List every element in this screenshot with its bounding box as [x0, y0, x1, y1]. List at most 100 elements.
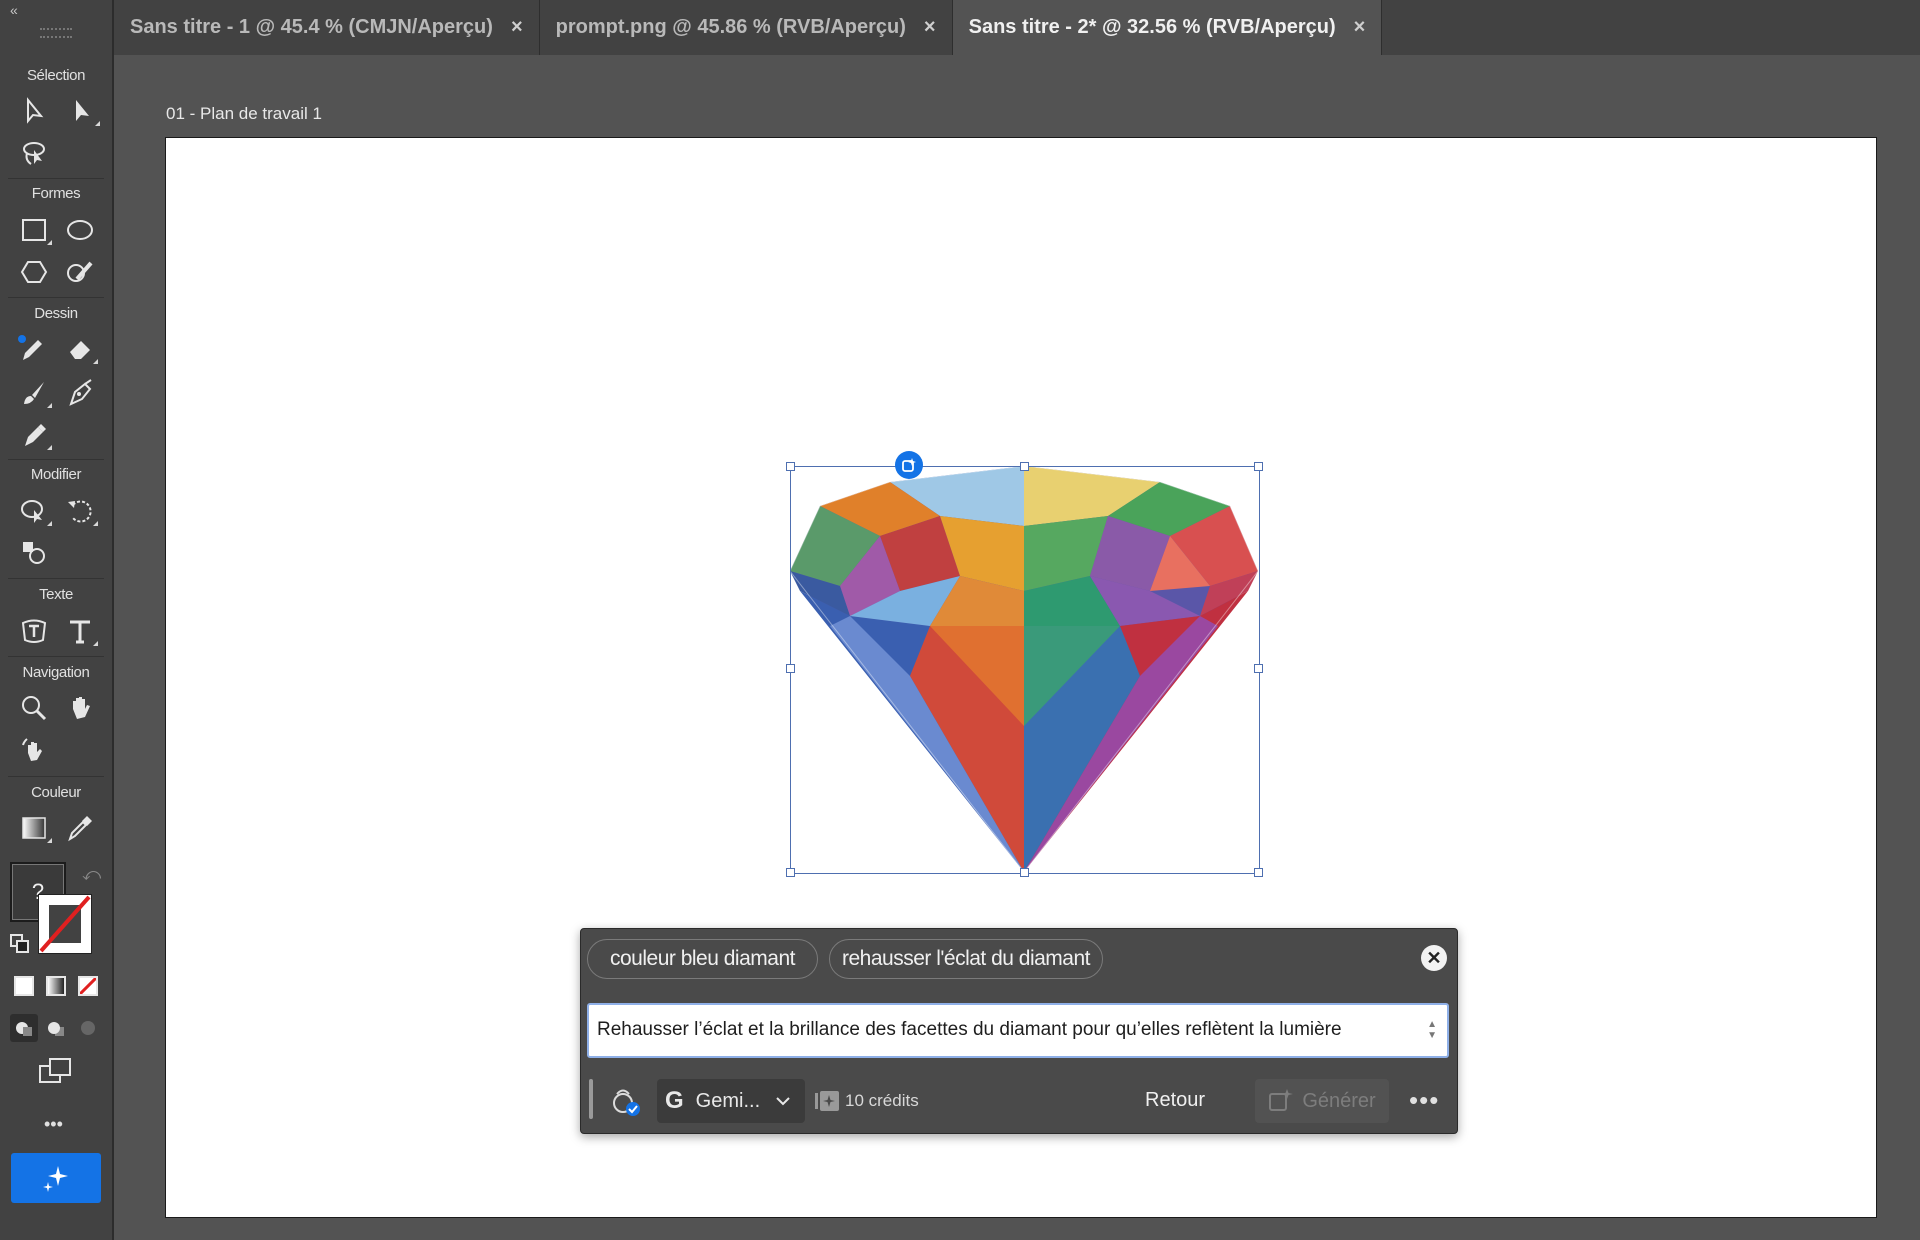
- section-label-modify: Modifier: [30, 466, 82, 483]
- section-label-selection: Sélection: [26, 67, 86, 84]
- magnifier-icon: [22, 696, 47, 721]
- document-tab[interactable]: Sans titre - 1 @ 45.4 % (CMJN/Aperçu) ×: [114, 0, 540, 55]
- ellipse-icon: [67, 220, 93, 240]
- section-label-shapes: Formes: [31, 185, 81, 202]
- panel-grip[interactable]: [40, 28, 72, 38]
- gradient-mode-button[interactable]: [46, 976, 66, 996]
- type-t-icon: [70, 620, 90, 644]
- shape-builder-tool[interactable]: [14, 534, 54, 572]
- resize-handle[interactable]: [1254, 868, 1263, 877]
- collapse-panel-button[interactable]: «: [10, 2, 18, 18]
- resize-handle[interactable]: [1020, 868, 1029, 877]
- type-tool[interactable]: [60, 612, 100, 650]
- suggestion-chip[interactable]: couleur bleu diamant: [587, 939, 818, 979]
- direct-selection-tool[interactable]: [62, 92, 102, 130]
- drag-handle[interactable]: [589, 1079, 593, 1119]
- hexagon-icon: [20, 261, 48, 283]
- prompt-scroll-icon[interactable]: ▲ ▼: [1427, 1019, 1437, 1041]
- resize-handle[interactable]: [786, 462, 795, 471]
- prompt-text: Rehausser l’éclat et la brillance des fa…: [597, 1019, 1342, 1040]
- screen-mode-icon: [39, 1058, 71, 1083]
- draw-inside-button[interactable]: [74, 1014, 102, 1042]
- rotate-icon: [68, 500, 92, 523]
- more-options-button[interactable]: •••: [1409, 1085, 1439, 1116]
- screen-mode-button[interactable]: [38, 1056, 74, 1088]
- polygon-tool[interactable]: [14, 253, 54, 291]
- generative-badge-icon[interactable]: [895, 451, 923, 479]
- credits-indicator[interactable]: 10 crédits: [815, 1089, 919, 1113]
- edit-toolbar-button[interactable]: •••: [44, 1114, 63, 1135]
- none-mode-button[interactable]: [78, 976, 98, 996]
- draw-normal-icon: [16, 1022, 32, 1036]
- eraser-tool[interactable]: [60, 330, 100, 368]
- color-mode-button[interactable]: [14, 976, 34, 996]
- hand-tool[interactable]: [60, 689, 100, 727]
- tab-title: prompt.png @ 45.86 % (RVB/Aperçu): [555, 16, 906, 38]
- document-tab[interactable]: prompt.png @ 45.86 % (RVB/Aperçu) ×: [540, 0, 953, 55]
- pencil-tool[interactable]: [12, 330, 52, 368]
- generate-button[interactable]: Générer: [1255, 1079, 1389, 1123]
- selection-bounding-box[interactable]: [790, 466, 1260, 874]
- resize-handle[interactable]: [786, 664, 795, 673]
- resize-handle[interactable]: [1254, 664, 1263, 673]
- rectangle-tool[interactable]: [14, 211, 54, 249]
- shape-builder-icon: [23, 542, 45, 564]
- close-icon[interactable]: ×: [924, 16, 936, 39]
- section-label-color: Couleur: [31, 784, 81, 801]
- generative-ai-button[interactable]: [11, 1153, 101, 1203]
- eraser-icon: [70, 341, 90, 359]
- shaper-icon: [67, 261, 93, 282]
- close-icon[interactable]: ✕: [1421, 945, 1447, 971]
- gradient-tool[interactable]: [14, 809, 54, 847]
- ellipse-tool[interactable]: [60, 211, 100, 249]
- eyedropper-tool[interactable]: [60, 809, 100, 847]
- lasso-icon: [23, 142, 45, 165]
- generative-prompt-panel: couleur bleu diamant rehausser l'éclat d…: [580, 928, 1458, 1134]
- close-icon[interactable]: ×: [511, 16, 523, 39]
- tab-title: Sans titre - 2* @ 32.56 % (RVB/Aperçu): [968, 16, 1336, 38]
- resize-handle[interactable]: [786, 868, 795, 877]
- zoom-tool[interactable]: [14, 689, 54, 727]
- draw-normal-button[interactable]: [10, 1014, 38, 1042]
- generate-label: Générer: [1302, 1089, 1376, 1112]
- type-on-path-tool[interactable]: [14, 612, 54, 650]
- google-icon: G: [665, 1087, 684, 1114]
- default-colors-icon[interactable]: [10, 934, 30, 954]
- transform-icon: [21, 500, 43, 523]
- selection-tool[interactable]: [14, 92, 54, 130]
- back-button[interactable]: Retour: [1145, 1089, 1205, 1112]
- rotate-tool[interactable]: [60, 492, 100, 530]
- gradient-icon: [22, 817, 46, 839]
- arrow-filled-icon: [76, 100, 89, 121]
- swap-fill-stroke-icon[interactable]: ⤺: [82, 864, 101, 885]
- draw-inside-icon: [81, 1021, 95, 1035]
- model-select[interactable]: G Gemi...: [657, 1079, 805, 1123]
- style-reference-button[interactable]: [611, 1083, 645, 1119]
- section-label-drawing: Dessin: [34, 305, 78, 322]
- resize-handle[interactable]: [1020, 462, 1029, 471]
- tab-title: Sans titre - 1 @ 45.4 % (CMJN/Aperçu): [130, 16, 493, 38]
- close-icon[interactable]: ×: [1354, 16, 1366, 39]
- eyedropper-icon: [68, 816, 92, 842]
- rotate-view-tool[interactable]: [14, 731, 54, 769]
- hand-rotate-icon: [22, 738, 42, 761]
- blob-brush-icon: [25, 424, 46, 446]
- paintbrush-tool[interactable]: [14, 374, 54, 412]
- draw-behind-icon: [48, 1022, 64, 1036]
- stroke-swatch[interactable]: [38, 894, 92, 954]
- sparkle-icon: [43, 1166, 68, 1192]
- artboard-label[interactable]: 01 - Plan de travail 1: [166, 104, 322, 124]
- chevron-down-icon: [776, 1097, 790, 1106]
- section-label-text: Texte: [39, 586, 73, 603]
- draw-behind-button[interactable]: [42, 1014, 70, 1042]
- shaper-tool[interactable]: [60, 253, 100, 291]
- resize-handle[interactable]: [1254, 462, 1263, 471]
- lasso-tool[interactable]: [14, 134, 54, 172]
- document-tabs: Sans titre - 1 @ 45.4 % (CMJN/Aperçu) × …: [114, 0, 1920, 55]
- document-tab-active[interactable]: Sans titre - 2* @ 32.56 % (RVB/Aperçu) ×: [952, 0, 1383, 55]
- pen-tool[interactable]: [60, 374, 100, 412]
- blob-brush-tool[interactable]: [14, 416, 54, 454]
- free-transform-tool[interactable]: [14, 492, 54, 530]
- suggestion-chip[interactable]: rehausser l'éclat du diamant: [829, 939, 1103, 979]
- prompt-input[interactable]: Rehausser l’éclat et la brillance des fa…: [587, 1003, 1449, 1058]
